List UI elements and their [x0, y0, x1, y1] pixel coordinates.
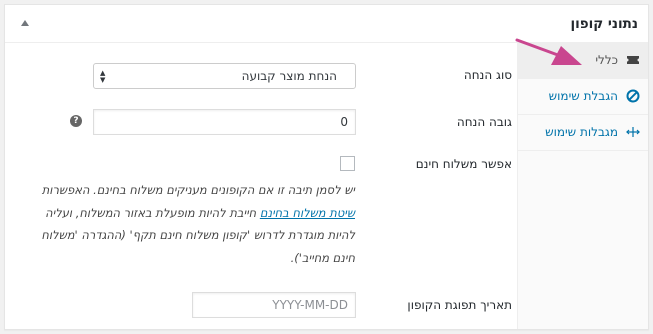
expiry-date-input[interactable]: [192, 292, 356, 318]
tab-usage-limits-label: מגבלות שימוש: [545, 125, 618, 139]
tab-general-label: כללי: [595, 53, 618, 67]
expiry-date-label: תאריך תפוגת הקופון: [407, 298, 512, 312]
discount-amount-label: גובה הנחה: [456, 115, 512, 129]
box-title: נתוני קופון: [570, 16, 639, 32]
tab-general[interactable]: כללי: [518, 43, 648, 79]
free-shipping-checkbox[interactable]: [340, 156, 355, 171]
ticket-icon: [627, 56, 639, 64]
coupon-data-box: נתוני קופון כללי הגבלת שימוש מגבלות שימו: [4, 4, 649, 330]
arrows-horizontal-icon: [626, 127, 640, 137]
discount-type-value: הנחת מוצר קבועה: [241, 69, 337, 83]
free-shipping-method-link[interactable]: שיטת משלוח בחינם: [260, 206, 355, 220]
collapse-toggle-icon[interactable]: [21, 20, 29, 26]
tab-usage-limits[interactable]: מגבלות שימוש: [518, 115, 648, 151]
discount-type-label: סוג הנחה: [463, 68, 512, 82]
free-shipping-description: יש לסמן תיבה זו אם הקופונים מעניקים משלו…: [25, 179, 355, 269]
box-header: נתוני קופון: [5, 5, 648, 43]
select-updown-icon: ▲ ▼: [100, 69, 106, 84]
coupon-tabs: כללי הגבלת שימוש מגבלות שימוש: [517, 43, 648, 329]
discount-type-select[interactable]: הנחת מוצר קבועה ▲ ▼: [93, 63, 356, 89]
no-entry-icon: [626, 89, 640, 103]
help-icon[interactable]: ?: [70, 115, 82, 127]
free-shipping-label: אפשר משלוח חינם: [415, 157, 512, 171]
tab-usage-restriction[interactable]: הגבלת שימוש: [518, 79, 648, 115]
desc-text-before: יש לסמן תיבה זו אם הקופונים מעניקים משלו…: [41, 183, 355, 197]
general-panel: סוג הנחה הנחת מוצר קבועה ▲ ▼ גובה הנחה ? …: [5, 43, 517, 329]
discount-amount-input[interactable]: [93, 109, 356, 135]
tab-usage-restriction-label: הגבלת שימוש: [548, 89, 618, 103]
